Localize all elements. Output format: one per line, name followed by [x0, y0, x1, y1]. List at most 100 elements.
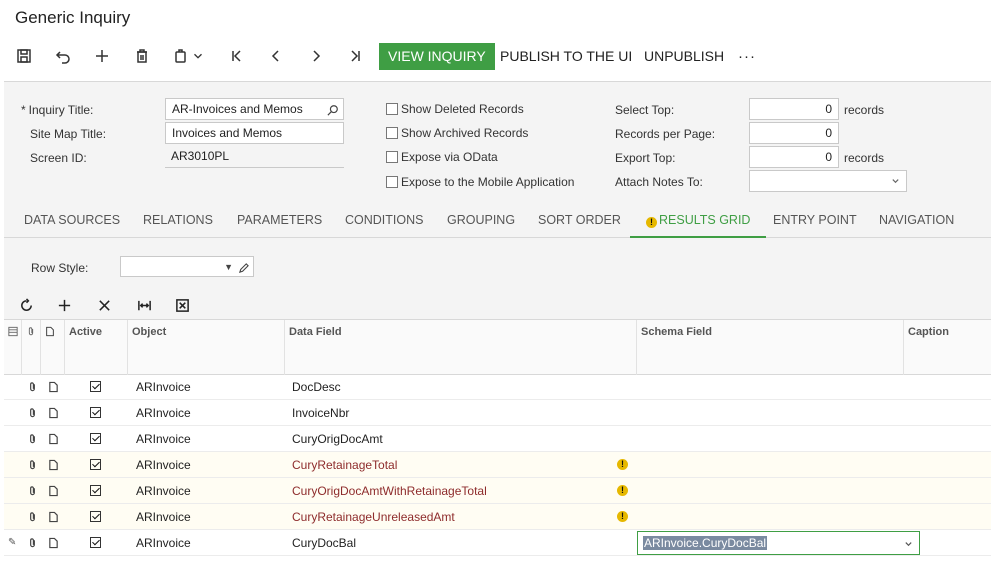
inquiry-title-field[interactable]: AR-Invoices and Memos [165, 98, 344, 120]
paperclip-icon[interactable] [27, 480, 38, 506]
tab-parameters[interactable]: PARAMETERS [237, 205, 322, 238]
delete-row-icon[interactable] [92, 294, 116, 316]
note-icon[interactable] [48, 506, 59, 532]
paperclip-icon[interactable] [27, 532, 38, 558]
add-row-icon[interactable] [52, 294, 76, 316]
table-row[interactable]: ARInvoice CuryOrigDocAmt [4, 426, 991, 452]
data-field-cell[interactable]: CuryOrigDocAmt [292, 426, 383, 452]
caret-down-icon[interactable]: ▼ [224, 257, 233, 277]
column-object[interactable]: Object [128, 320, 285, 375]
column-active[interactable]: Active [65, 320, 128, 375]
active-checkbox[interactable] [90, 452, 101, 478]
export-excel-icon[interactable] [170, 294, 194, 316]
checkbox-checked[interactable] [90, 407, 101, 418]
export-top-field[interactable]: 0 [749, 146, 839, 168]
paperclip-icon[interactable] [27, 558, 38, 562]
object-cell[interactable]: ARInvoice [136, 400, 191, 426]
tab-relations[interactable]: RELATIONS [143, 205, 213, 238]
schema-field-select[interactable]: ARInvoice.CuryDocBal [637, 531, 920, 555]
checkbox-checked[interactable] [90, 511, 101, 522]
checkbox-box[interactable] [386, 176, 398, 188]
undo-icon[interactable] [51, 44, 75, 68]
active-checkbox[interactable] [90, 504, 101, 530]
tab-data-sources[interactable]: DATA SOURCES [24, 205, 120, 238]
object-cell[interactable]: ARInvoice [136, 556, 191, 562]
column-data-field[interactable]: Data Field [285, 320, 637, 375]
paperclip-icon[interactable] [27, 454, 38, 480]
active-checkbox[interactable] [90, 426, 101, 452]
paperclip-icon[interactable] [27, 376, 38, 402]
active-checkbox[interactable] [90, 478, 101, 504]
column-schema-field[interactable]: Schema Field [637, 320, 904, 375]
active-checkbox[interactable] [90, 556, 101, 562]
paperclip-icon[interactable] [27, 402, 38, 428]
active-checkbox[interactable] [90, 400, 101, 426]
object-cell[interactable]: ARInvoice [136, 452, 191, 478]
tab-conditions[interactable]: CONDITIONS [345, 205, 423, 238]
last-icon[interactable] [343, 44, 367, 68]
table-row[interactable]: ARInvoice CuryOrigDocAmtWithRetainageTota… [4, 478, 991, 504]
copy-paste-icon[interactable] [169, 44, 193, 68]
note-icon[interactable] [48, 480, 59, 506]
tab-navigation[interactable]: NAVIGATION [879, 205, 954, 238]
add-icon[interactable] [90, 44, 114, 68]
delete-icon[interactable] [130, 44, 154, 68]
data-field-cell[interactable]: CuryDocBal [292, 530, 356, 556]
tab-results-grid[interactable]: ! RESULTS GRID [630, 205, 767, 238]
expose-via-odata-checkbox[interactable]: Expose via OData [386, 150, 498, 164]
note-icon[interactable] [48, 558, 59, 562]
object-cell[interactable]: ARInvoice [136, 478, 191, 504]
tab-entry-point[interactable]: ENTRY POINT [773, 205, 857, 238]
table-row[interactable]: ARInvoice DocDesc [4, 374, 991, 400]
show-deleted-records-checkbox[interactable]: Show Deleted Records [386, 102, 524, 116]
note-icon[interactable] [48, 428, 59, 454]
checkbox-box[interactable] [386, 151, 398, 163]
previous-icon[interactable] [264, 44, 288, 68]
column-caption[interactable]: Caption [904, 320, 991, 375]
data-field-cell[interactable]: CuryRetainageUnreleasedAmt [292, 504, 455, 530]
view-inquiry-button[interactable]: VIEW INQUIRY [379, 43, 495, 70]
chevron-down-icon[interactable] [904, 537, 913, 551]
records-per-page-field[interactable]: 0 [749, 122, 839, 144]
table-row[interactable]: ARInvoice CuryRetainageUnreleasedAmt! [4, 504, 991, 530]
attach-notes-select[interactable] [749, 170, 907, 192]
active-checkbox[interactable] [90, 530, 101, 556]
checkbox-checked[interactable] [90, 433, 101, 444]
edit-pencil-icon[interactable] [238, 260, 249, 280]
refresh-icon[interactable] [14, 294, 38, 316]
show-archived-records-checkbox[interactable]: Show Archived Records [386, 126, 528, 140]
unpublish-button[interactable]: UNPUBLISH [644, 43, 724, 70]
object-cell[interactable]: ARInvoice [136, 374, 191, 400]
note-icon[interactable] [48, 532, 59, 558]
row-style-select[interactable]: ▼ [120, 256, 254, 277]
active-checkbox[interactable] [90, 374, 101, 400]
publish-to-ui-button[interactable]: PUBLISH TO THE UI [500, 43, 632, 70]
next-icon[interactable] [304, 44, 328, 68]
data-field-cell[interactable]: CuryTaxTotal [292, 556, 361, 562]
fit-columns-icon[interactable] [132, 294, 156, 316]
more-menu-button[interactable]: ··· [738, 43, 756, 70]
paperclip-icon[interactable] [27, 428, 38, 454]
data-field-cell[interactable]: CuryRetainageTotal [292, 452, 397, 478]
tab-grouping[interactable]: GROUPING [447, 205, 515, 238]
first-icon[interactable] [225, 44, 249, 68]
checkbox-checked[interactable] [90, 537, 101, 548]
table-row[interactable]: ✎ ARInvoice CuryDocBal ARInvoice.CuryDocBal [4, 530, 991, 556]
save-icon[interactable] [12, 44, 36, 68]
note-icon[interactable] [48, 402, 59, 428]
checkbox-box[interactable] [386, 127, 398, 139]
object-cell[interactable]: ARInvoice [136, 530, 191, 556]
checkbox-checked[interactable] [90, 485, 101, 496]
select-top-field[interactable]: 0 [749, 98, 839, 120]
object-cell[interactable]: ARInvoice [136, 426, 191, 452]
tab-sort-order[interactable]: SORT ORDER [538, 205, 621, 238]
data-field-cell[interactable]: CuryOrigDocAmtWithRetainageTotal [292, 478, 487, 504]
object-cell[interactable]: ARInvoice [136, 504, 191, 530]
note-icon[interactable] [48, 376, 59, 402]
checkbox-box[interactable] [386, 103, 398, 115]
data-field-cell[interactable]: DocDesc [292, 374, 341, 400]
table-row[interactable]: ARInvoice InvoiceNbr [4, 400, 991, 426]
chevron-down-icon[interactable] [191, 44, 205, 68]
expose-mobile-checkbox[interactable]: Expose to the Mobile Application [386, 175, 574, 189]
search-icon[interactable] [327, 102, 339, 122]
